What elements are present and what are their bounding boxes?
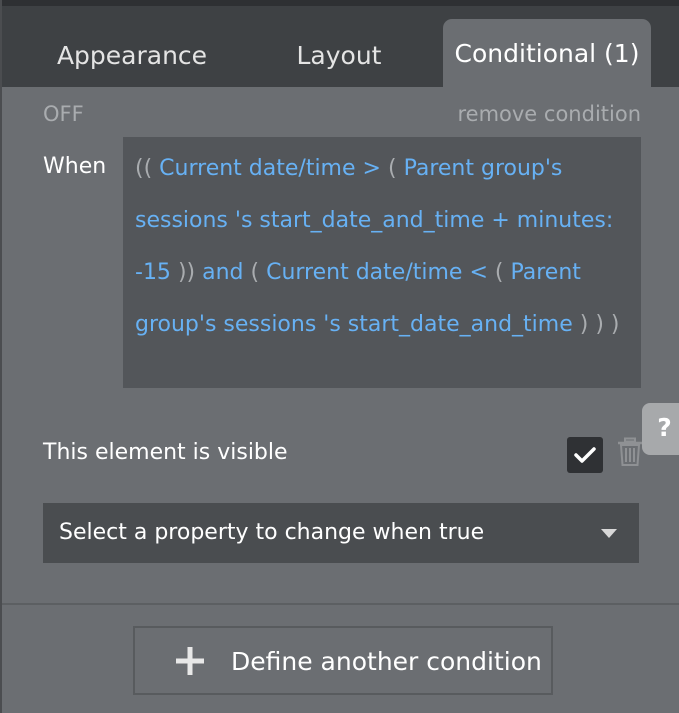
define-button-label: Define another condition bbox=[231, 647, 542, 676]
visible-checkbox[interactable] bbox=[567, 437, 603, 473]
tab-layout[interactable]: Layout bbox=[264, 24, 414, 87]
trash-icon bbox=[618, 437, 642, 466]
expr-token[interactable]: Current date/time bbox=[159, 156, 355, 181]
expr-token[interactable]: < bbox=[469, 260, 487, 285]
delete-property-button[interactable] bbox=[616, 437, 644, 467]
condition-expression[interactable]: (( Current date/time > ( Parent group's … bbox=[123, 137, 641, 388]
expr-token: ) ) bbox=[579, 312, 604, 337]
expr-token[interactable]: and bbox=[202, 260, 243, 285]
tab-conditional[interactable]: Conditional (1) bbox=[443, 19, 651, 93]
expr-token[interactable]: Current date/time bbox=[266, 260, 462, 285]
define-another-condition-button[interactable]: Define another condition bbox=[133, 626, 553, 695]
expr-token: ( bbox=[494, 260, 504, 285]
plus-icon bbox=[176, 647, 204, 675]
check-icon bbox=[574, 447, 596, 463]
tab-appearance[interactable]: Appearance bbox=[32, 24, 232, 87]
property-label: This element is visible bbox=[43, 440, 288, 465]
property-select-placeholder: Select a property to change when true bbox=[59, 520, 485, 545]
help-button[interactable]: ? bbox=[642, 403, 679, 455]
expr-token: )) bbox=[177, 260, 196, 285]
expr-token[interactable]: 's start_date_and_time bbox=[323, 312, 572, 337]
conditional-panel: Appearance Layout Conditional (1) OFF re… bbox=[0, 0, 679, 713]
section-divider bbox=[2, 603, 679, 605]
expr-token: ( bbox=[250, 260, 260, 285]
caret-down-icon bbox=[601, 529, 617, 538]
tab-bar: Appearance Layout Conditional (1) bbox=[2, 0, 679, 93]
condition-status: OFF bbox=[43, 102, 84, 126]
expr-token[interactable]: > bbox=[363, 156, 381, 181]
expr-token: (( bbox=[135, 156, 153, 181]
when-label: When bbox=[43, 154, 107, 179]
remove-condition-link[interactable]: remove condition bbox=[457, 102, 641, 126]
expr-token: ) bbox=[610, 312, 620, 337]
property-select[interactable]: Select a property to change when true bbox=[43, 503, 639, 563]
expr-token[interactable]: 's start_date_and_time bbox=[235, 208, 484, 233]
expr-token: ( bbox=[387, 156, 397, 181]
